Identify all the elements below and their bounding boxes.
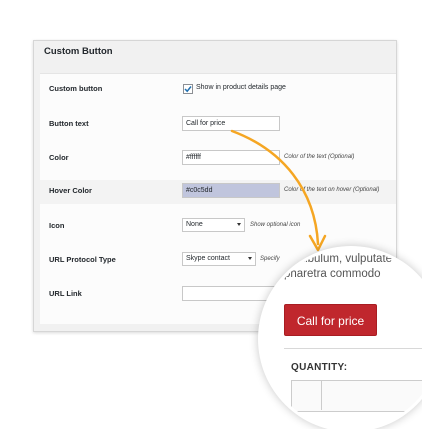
hover-color-label: Hover Color <box>49 186 92 195</box>
call-for-price-label: Call for price <box>296 314 365 328</box>
icon-select-value: None <box>186 221 203 228</box>
row-custom-button: Custom button Show in product details pa… <box>40 78 396 102</box>
custom-button-label: Custom button <box>49 84 103 93</box>
magnified-preview: vestibulum, vulputate pharetra commodo C… <box>261 249 422 429</box>
color-hint: Color of the text (Optional) <box>284 154 355 160</box>
button-text-label: Button text <box>49 119 89 128</box>
icon-select[interactable]: None <box>182 218 245 232</box>
url-protocol-label: URL Protocol Type <box>49 255 116 264</box>
stepper-divider <box>321 380 322 410</box>
row-hover-color: Hover Color #c0c5dd Color of the text on… <box>40 180 396 204</box>
button-text-input[interactable]: Call for price <box>182 116 280 131</box>
icon-hint: Show optional icon <box>250 222 301 228</box>
quantity-label: QUANTITY: <box>291 362 348 373</box>
row-color: Color #ffffff Color of the text (Optiona… <box>40 147 396 171</box>
preview-text-line-1: vestibulum, vulputate <box>284 253 393 265</box>
url-protocol-select[interactable]: Skype contact <box>182 252 256 266</box>
quantity-stepper[interactable] <box>291 380 422 412</box>
chevron-down-icon <box>237 223 241 226</box>
chevron-down-icon <box>248 257 252 260</box>
color-label: Color <box>49 153 69 162</box>
show-in-product-checkbox[interactable] <box>183 84 193 94</box>
row-icon: Icon None Show optional icon <box>40 215 396 239</box>
url-protocol-hint: Specify <box>260 256 280 262</box>
call-for-price-button[interactable]: Call for price <box>284 304 377 336</box>
color-input[interactable]: #ffffff <box>182 150 280 165</box>
checkmark-icon <box>184 86 192 93</box>
hover-color-hint: Color of the text on hover (Optional) <box>284 187 380 193</box>
panel-title: Custom Button <box>44 46 113 57</box>
divider <box>284 348 422 349</box>
icon-label: Icon <box>49 221 65 230</box>
show-in-product-label: Show in product details page <box>196 84 286 91</box>
url-link-label: URL Link <box>49 289 82 298</box>
row-button-text: Button text Call for price <box>40 113 396 137</box>
url-protocol-select-value: Skype contact <box>186 255 230 262</box>
preview-text-line-2: pharetra commodo <box>284 268 381 280</box>
hover-color-input[interactable]: #c0c5dd <box>182 183 280 198</box>
